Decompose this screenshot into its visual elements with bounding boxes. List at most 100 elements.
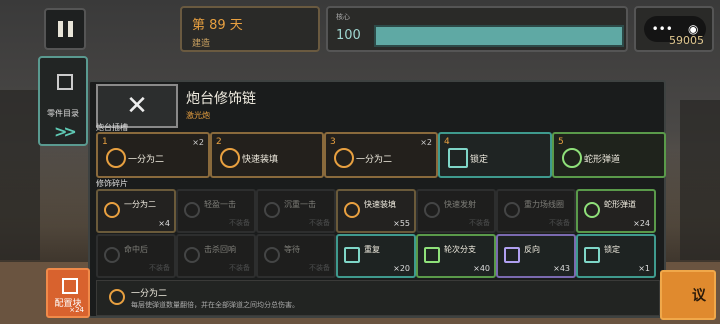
core-label: 核心 (336, 13, 350, 21)
serpentine-icon (562, 148, 582, 168)
info-title: 一分为二 (131, 289, 168, 299)
fragment-label: 快速发射 (444, 200, 476, 209)
turret-slot-4[interactable]: 4 锁定 (438, 132, 552, 178)
fragment-count: ×4 (158, 219, 170, 228)
fragment-info-panel: 一分为二 每层使弹道数量翻倍，并在全部弹道之间均分总伤害。 (96, 280, 660, 316)
turret-slot-5[interactable]: 5 蛇形弹道 (552, 132, 666, 178)
split-icon (104, 202, 120, 218)
double-chevron-right-icon: >> (54, 122, 77, 141)
modifier-chain-dialog: ✕ 炮台修饰链 激光炮 炮台插槽 1 一分为二 ×2 2 快速装填 3 一分为二… (88, 80, 666, 318)
heavy-strike-icon (264, 202, 280, 218)
fragment-card[interactable]: 快速发射 不装备 (416, 189, 496, 233)
rapid-fire-icon (424, 202, 440, 218)
fragment-count: ×20 (393, 264, 410, 273)
coins-panel: ••• ◉ 59005 (634, 6, 714, 52)
lock-chip-icon (448, 148, 468, 168)
parts-catalog-label: 零件目录 (47, 109, 79, 118)
fragment-count: 不装备 (549, 219, 570, 227)
light-strike-icon (184, 202, 200, 218)
fragment-card[interactable]: 沉重一击 不装备 (256, 189, 336, 233)
core-block-button[interactable]: 配置块 ×24 (46, 268, 90, 318)
gravity-coil-icon (504, 202, 520, 218)
lock-chip-icon (584, 247, 600, 263)
kill-echo-icon (184, 247, 200, 263)
fragment-count: 不装备 (469, 219, 490, 227)
branch-chip-icon (424, 247, 440, 263)
fragment-label: 一分为二 (124, 200, 156, 209)
fragment-card[interactable]: 一分为二 ×4 (96, 189, 176, 233)
background-building (680, 100, 720, 260)
fragment-count: ×40 (473, 264, 490, 273)
fragment-count: 不装备 (309, 219, 330, 227)
slot-number: 3 (330, 137, 336, 147)
fragment-card[interactable]: 命中后 不装备 (96, 234, 176, 278)
fragment-card[interactable]: 锁定 ×1 (576, 234, 656, 278)
block-icon (62, 278, 78, 294)
fragment-card[interactable]: 等待 不装备 (256, 234, 336, 278)
slot-number: 4 (444, 137, 450, 147)
day-panel: 第 89 天 建造 (180, 6, 320, 52)
core-health-panel: 核心 100 (326, 6, 628, 52)
close-icon: ✕ (126, 91, 148, 121)
fragment-card[interactable]: 轮次分支 ×40 (416, 234, 496, 278)
pause-button[interactable] (44, 8, 86, 50)
fragment-label: 等待 (284, 245, 300, 254)
fragment-count: ×43 (553, 264, 570, 273)
action-button[interactable]: 议 (660, 270, 716, 320)
fragment-label: 锁定 (604, 245, 620, 254)
on-hit-icon (104, 247, 120, 263)
split-icon (109, 289, 125, 305)
phase-label: 建造 (192, 39, 211, 49)
fragment-label: 重力场线圈 (524, 200, 564, 209)
core-block-count: ×24 (69, 306, 84, 314)
fragment-label: 轮次分支 (444, 245, 476, 254)
fragment-label: 重复 (364, 245, 380, 254)
dialog-subtitle: 激光炮 (186, 111, 210, 120)
fragment-label: 蛇形弹道 (604, 200, 636, 209)
coin-count: 59005 (669, 34, 704, 47)
fragments-header: 修饰碎片 (96, 179, 128, 188)
serpentine-icon (584, 202, 600, 218)
fragment-label: 命中后 (124, 245, 148, 254)
fragment-card[interactable]: 反向 ×43 (496, 234, 576, 278)
turret-slot-1[interactable]: 1 一分为二 ×2 (96, 132, 210, 178)
fragment-card[interactable]: 轻盈一击 不装备 (176, 189, 256, 233)
fragment-card[interactable]: 快速装填 ×55 (336, 189, 416, 233)
catalog-icon (57, 74, 73, 90)
turret-slot-2[interactable]: 2 快速装填 (210, 132, 324, 178)
turret-slot-3[interactable]: 3 一分为二 ×2 (324, 132, 438, 178)
core-health-bar (374, 25, 624, 47)
day-label: 第 89 天 (192, 18, 243, 33)
fragment-card[interactable]: 重复 ×20 (336, 234, 416, 278)
fragment-count: ×24 (633, 219, 650, 228)
split-icon (334, 148, 354, 168)
fast-reload-icon (344, 202, 360, 218)
fragment-label: 击杀回响 (204, 245, 236, 254)
pause-icon (57, 21, 73, 37)
slot-label: 蛇形弹道 (584, 155, 621, 165)
fast-reload-icon (220, 148, 240, 168)
slot-number: 5 (558, 137, 564, 147)
fragment-label: 快速装填 (364, 200, 396, 209)
fragment-label: 反向 (524, 245, 540, 254)
slot-count: ×2 (192, 138, 204, 147)
fragment-label: 沉重一击 (284, 200, 316, 209)
fragment-count: 不装备 (229, 264, 250, 272)
core-health-fill (376, 27, 622, 45)
fragment-card[interactable]: 蛇形弹道 ×24 (576, 189, 656, 233)
slot-label: 一分为二 (128, 155, 165, 165)
slot-count: ×2 (420, 138, 432, 147)
fragment-card[interactable]: 击杀回响 不装备 (176, 234, 256, 278)
dialog-title: 炮台修饰链 (186, 91, 256, 107)
background-building (0, 90, 40, 260)
slot-number: 1 (102, 137, 108, 147)
parts-catalog-button[interactable]: 零件目录 >> (38, 56, 88, 146)
slot-label: 锁定 (470, 155, 489, 165)
fragment-count: 不装备 (309, 264, 330, 272)
wait-icon (264, 247, 280, 263)
slot-label: 一分为二 (356, 155, 393, 165)
fragment-card[interactable]: 重力场线圈 不装备 (496, 189, 576, 233)
fragment-label: 轻盈一击 (204, 200, 236, 209)
slot-number: 2 (216, 137, 222, 147)
slot-label: 快速装填 (242, 155, 279, 165)
